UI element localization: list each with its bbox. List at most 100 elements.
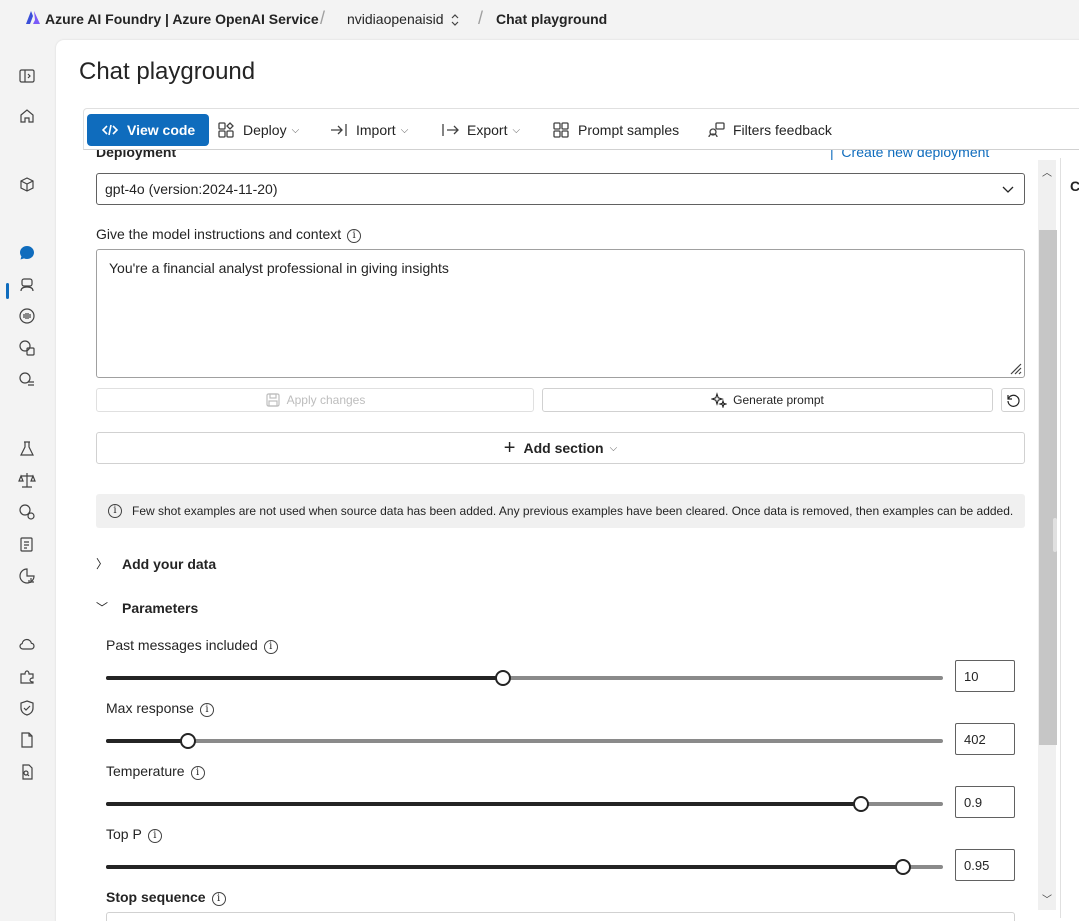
images-icon[interactable] [17, 338, 37, 358]
info-icon[interactable]: i [347, 229, 362, 243]
import-label: Import [356, 122, 396, 138]
deploy-icon [218, 122, 234, 138]
model-catalog-icon[interactable] [17, 175, 37, 195]
quota-icon[interactable] [17, 566, 37, 586]
playground-toolbar: View code Deploy ⌵ Import ⌵ Export ⌵ Prompt… [83, 108, 1079, 150]
breadcrumb-separator: / [320, 8, 326, 28]
slider-thumb[interactable] [894, 859, 911, 875]
shield-icon[interactable] [17, 698, 37, 718]
document-icon[interactable] [17, 730, 37, 750]
stop-sequence-input[interactable] [106, 912, 1015, 921]
view-code-button[interactable]: View code [87, 114, 210, 146]
info-icon[interactable]: i [199, 703, 214, 717]
instructions-label-text: Give the model instructions and context [96, 226, 342, 242]
deploy-button[interactable]: Deploy ⌵ [217, 114, 299, 146]
scroll-down-icon[interactable]: ﹀ [1042, 891, 1052, 906]
add-section-label: Add section [523, 440, 604, 456]
left-nav-rail [0, 38, 55, 921]
top-bar: Azure AI Foundry | Azure OpenAI Service … [0, 0, 1079, 38]
filters-feedback-button[interactable]: Filters feedback [707, 114, 832, 146]
feedback-icon [708, 122, 725, 138]
add-your-data-accordion[interactable]: 〉 Add your data [96, 555, 216, 572]
slider-fill [106, 676, 503, 680]
top-p-input[interactable]: 0.95 [955, 849, 1015, 881]
max-response-label-text: Max response [106, 700, 194, 716]
instructions-label: Give the model instructions and context i [96, 226, 362, 243]
max-response-slider[interactable] [106, 733, 943, 749]
audio-icon[interactable] [17, 306, 37, 326]
deployment-value: gpt-4o (version:2024-11-20) [105, 181, 278, 197]
document-search-icon[interactable] [17, 762, 37, 782]
info-icon[interactable]: i [147, 829, 162, 843]
top-p-label: Top P i [106, 826, 162, 843]
past-messages-label-text: Past messages included [106, 637, 258, 653]
breadcrumb-current: Chat playground [496, 11, 608, 27]
page-title: Chat playground [79, 58, 256, 85]
slider-thumb[interactable] [180, 733, 197, 749]
export-icon [442, 124, 459, 136]
scroll-thumb[interactable] [1039, 230, 1057, 745]
temperature-input[interactable]: 0.9 [955, 786, 1015, 818]
assistants-icon[interactable] [17, 275, 37, 295]
chevron-down-icon: ⌵ [512, 124, 521, 136]
past-messages-input[interactable]: 10 [955, 660, 1015, 692]
parameters-accordion[interactable]: ﹀ Parameters [96, 599, 198, 616]
chevron-down-icon: ⌵ [400, 124, 409, 136]
batch-jobs-icon[interactable] [17, 534, 37, 554]
slider-fill [106, 802, 861, 806]
deployment-select[interactable]: gpt-4o (version:2024-11-20) [96, 173, 1025, 205]
info-message-text: Few shot examples are not used when sour… [132, 504, 1014, 518]
info-icon[interactable]: i [263, 640, 278, 654]
create-deployment-link[interactable]: | Create new deployment [830, 150, 989, 160]
generate-prompt-label: Generate prompt [733, 393, 824, 407]
generate-prompt-button[interactable]: Generate prompt [542, 388, 993, 412]
reset-icon [1007, 394, 1020, 407]
prompt-samples-label: Prompt samples [578, 122, 680, 138]
past-messages-slider[interactable] [106, 670, 943, 686]
system-message-text: You're a financial analyst professional … [109, 260, 449, 276]
apply-changes-button[interactable]: Apply changes [96, 388, 534, 412]
sparkle-icon [711, 392, 728, 408]
slider-fill [106, 739, 189, 743]
max-response-input[interactable]: 402 [955, 723, 1015, 755]
temperature-slider[interactable] [106, 796, 943, 812]
parameters-label: Parameters [122, 599, 199, 616]
slider-thumb[interactable] [494, 670, 511, 686]
chevron-up-down-icon[interactable] [450, 13, 460, 27]
chevron-down-icon: ⌵ [291, 124, 300, 136]
cloud-icon[interactable] [17, 635, 37, 655]
import-icon [331, 124, 347, 136]
chevron-down-icon: ﹀ [96, 601, 109, 615]
resize-handle-icon[interactable] [1006, 359, 1022, 375]
reset-button[interactable] [1001, 388, 1025, 412]
chat-icon[interactable] [17, 243, 37, 263]
flask-icon[interactable] [17, 439, 37, 459]
top-p-slider[interactable] [106, 859, 943, 875]
info-icon[interactable]: i [190, 766, 205, 780]
home-icon[interactable] [17, 106, 37, 126]
fine-tuning-icon[interactable] [17, 502, 37, 522]
chat-pane-edge [1060, 158, 1079, 918]
setup-pane: Deployment | Create new deployment gpt-4… [83, 150, 1038, 921]
puzzle-icon[interactable] [17, 667, 37, 687]
export-button[interactable]: Export ⌵ [441, 114, 520, 146]
info-icon[interactable]: i [211, 892, 226, 906]
import-button[interactable]: Import ⌵ [330, 114, 408, 146]
system-message-textarea[interactable]: You're a financial analyst professional … [96, 249, 1025, 378]
chevron-right-icon: 〉 [96, 557, 109, 571]
scroll-up-icon[interactable]: ︿ [1042, 164, 1052, 179]
prompt-samples-button[interactable]: Prompt samples [552, 114, 679, 146]
temperature-label: Temperature i [106, 763, 205, 780]
expand-nav-icon[interactable] [17, 66, 37, 86]
chevron-down-icon: ⌵ [609, 442, 618, 454]
deployment-label: Deployment [96, 150, 177, 160]
app-title[interactable]: Azure AI Foundry | Azure OpenAI Service [45, 11, 319, 27]
completions-icon[interactable] [17, 370, 37, 390]
scales-icon[interactable] [17, 470, 37, 490]
pane-resize-handle[interactable] [1053, 518, 1057, 552]
slider-thumb[interactable] [852, 796, 869, 812]
azure-ai-foundry-logo [26, 11, 40, 24]
add-section-button[interactable]: + Add section ⌵ [96, 432, 1025, 464]
export-label: Export [467, 122, 508, 138]
resource-selector[interactable]: nvidiaopenaisid [347, 11, 444, 27]
